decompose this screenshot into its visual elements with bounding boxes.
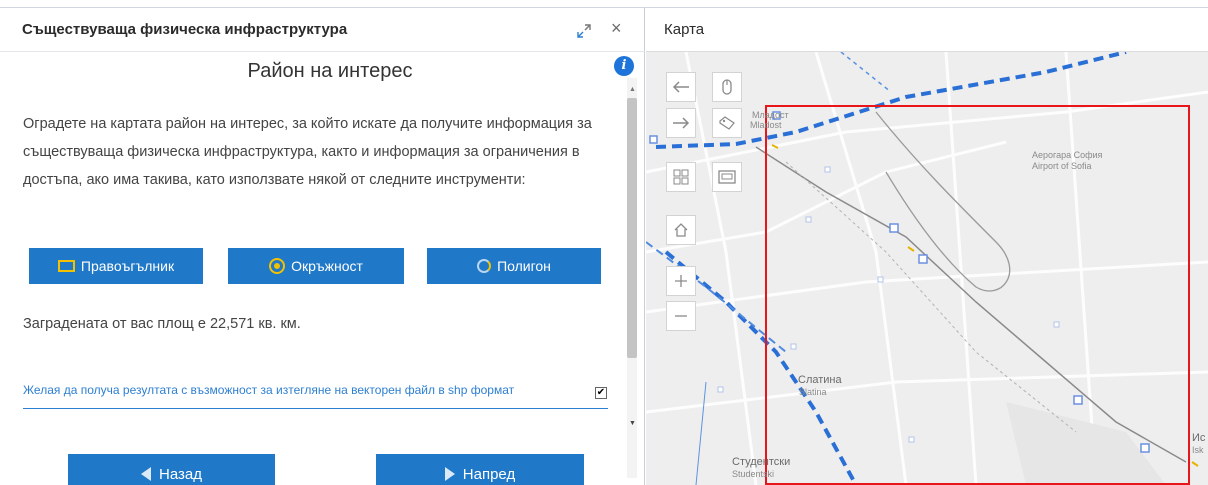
label-airport-bg: Аерогара София	[1032, 150, 1103, 160]
home-icon	[674, 223, 688, 237]
panel-header: Съществуваща физическа инфраструктура ×	[0, 8, 645, 52]
maximize-icon[interactable]	[576, 23, 592, 39]
select-tool-button[interactable]	[712, 72, 742, 102]
rectangle-tool-button[interactable]: Правоъгълник	[29, 248, 203, 284]
scroll-up-icon[interactable]: ▲	[629, 86, 636, 93]
zoom-in-button[interactable]	[666, 266, 696, 296]
back-button-label: Назад	[159, 465, 202, 483]
polygon-tool-button[interactable]: Полигон	[427, 248, 601, 284]
tag-icon	[719, 116, 735, 130]
scrollbar-thumb[interactable]	[627, 98, 637, 358]
instructions-text: Оградете на картата район на интерес, за…	[23, 116, 592, 188]
label-airport-en: Airport of Sofia	[1032, 161, 1092, 171]
shp-option-label: Желая да получа резултата с възможност з…	[23, 383, 515, 397]
mouse-icon	[722, 79, 732, 95]
label-studentski-bg: Студентски	[732, 456, 791, 468]
close-icon[interactable]: ×	[611, 19, 622, 37]
section-title: Район на интерес	[247, 60, 413, 82]
next-extent-button[interactable]	[666, 108, 696, 138]
shp-download-option[interactable]: Желая да получа резултата с възможност з…	[23, 383, 608, 409]
grid-icon	[673, 169, 689, 185]
previous-extent-button[interactable]	[666, 72, 696, 102]
arrow-left-icon	[141, 467, 151, 481]
label-edge-bg: Ис	[1192, 432, 1206, 444]
map-panel: Карта Младост Mladost Аерогара София Air…	[646, 8, 1208, 485]
minus-icon	[675, 315, 687, 317]
next-button-label: Напред	[462, 465, 516, 483]
infrastructure-panel: Съществуваща физическа инфраструктура × …	[0, 8, 645, 485]
home-button[interactable]	[666, 215, 696, 245]
shp-checkbox[interactable]: ✔	[595, 387, 607, 399]
back-button[interactable]: Назад	[68, 454, 275, 485]
circle-icon	[269, 258, 286, 274]
screen-icon	[718, 170, 736, 184]
label-slatina-bg: Слатина	[798, 374, 842, 386]
circle-tool-label: Окръжност	[291, 258, 363, 274]
label-studentski-en: Studentski	[732, 469, 775, 479]
polygon-tool-label: Полигон	[497, 258, 551, 274]
top-border	[0, 0, 1208, 8]
polygon-icon	[477, 259, 492, 273]
circle-tool-button[interactable]: Окръжност	[228, 248, 404, 284]
zoom-out-button[interactable]	[666, 301, 696, 331]
arrow-right-icon	[444, 467, 455, 481]
label-tool-button[interactable]	[712, 108, 742, 138]
label-slatina-en: Slatina	[799, 387, 827, 397]
print-button[interactable]	[712, 162, 742, 192]
plus-icon	[675, 275, 687, 287]
panel-title: Съществуваща физическа инфраструктура	[22, 21, 348, 38]
arrow-forward-icon	[673, 117, 690, 129]
arrow-back-icon	[672, 81, 689, 93]
map-title: Карта	[664, 21, 705, 38]
label-mladost-bg: Младост	[752, 110, 789, 120]
label-mladost-en: Mladost	[750, 120, 782, 130]
rectangle-icon	[57, 260, 75, 272]
label-edge-en: Isk	[1192, 445, 1204, 455]
basemap-gallery-button[interactable]	[666, 162, 696, 192]
app-root: Съществуваща физическа инфраструктура × …	[0, 0, 1208, 485]
next-button[interactable]: Напред	[376, 454, 584, 485]
map-header: Карта	[646, 8, 1208, 52]
selected-area-text: Заградената от вас площ е 22,571 кв. км.	[23, 316, 301, 332]
rectangle-tool-label: Правоъгълник	[80, 258, 175, 274]
scroll-down-icon[interactable]: ▼	[629, 420, 636, 427]
